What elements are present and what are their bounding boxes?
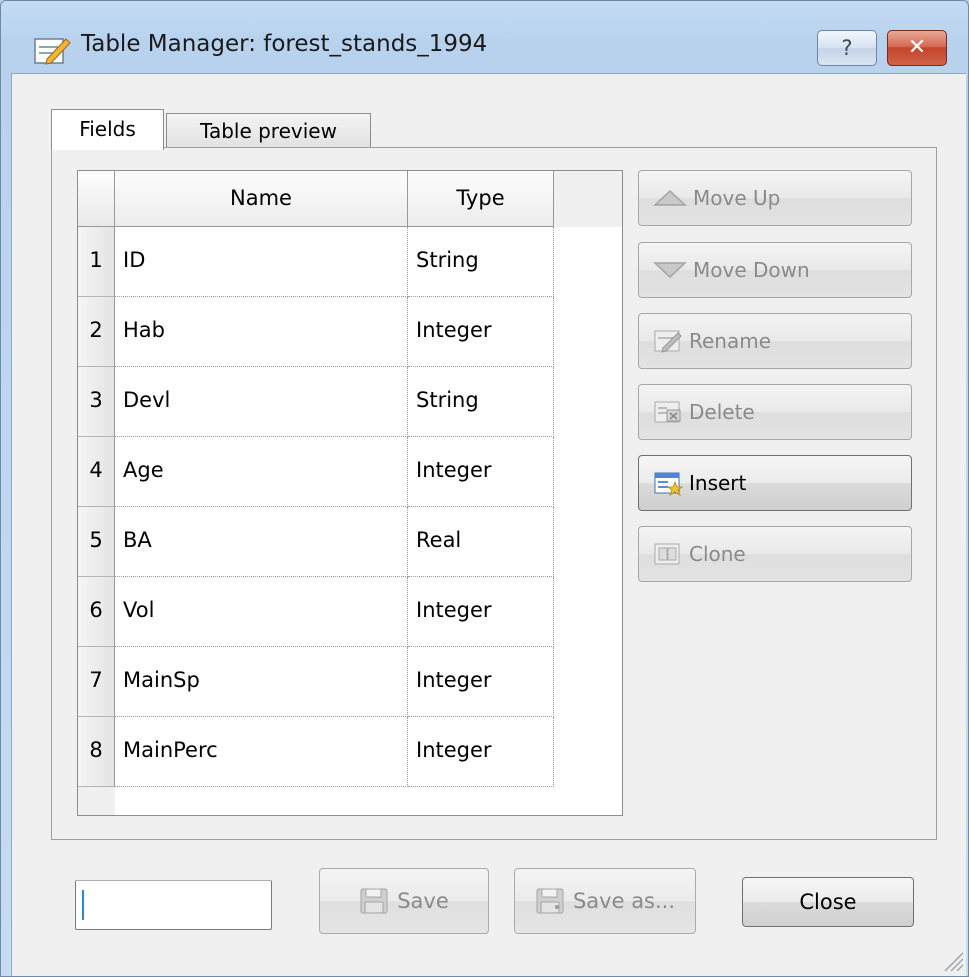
save-label: Save [397, 889, 449, 913]
move-up-label: Move Up [693, 186, 781, 210]
field-type-cell[interactable]: Integer [408, 437, 554, 507]
field-type-cell[interactable]: Integer [408, 647, 554, 717]
field-name-cell[interactable]: BA [115, 507, 408, 577]
move-down-button[interactable]: Move Down [638, 242, 912, 298]
title-bar[interactable]: Table Manager: forest_stands_1994 ? ✕ [1, 1, 968, 73]
floppy-disk-icon [360, 888, 388, 914]
table-edit-icon [34, 38, 71, 65]
insert-button[interactable]: Insert [638, 455, 912, 511]
table-row[interactable]: 1 ID String [78, 227, 554, 297]
tab-fields[interactable]: Fields [51, 109, 164, 150]
table-corner-button[interactable] [78, 171, 115, 227]
delete-button[interactable]: Delete [638, 384, 912, 440]
delete-field-icon [654, 401, 681, 423]
save-as-label: Save as... [572, 889, 676, 913]
row-header[interactable]: 2 [78, 297, 115, 367]
delete-label: Delete [689, 400, 755, 424]
fields-table[interactable]: Name Type 1 ID String 2 Hab Integer 3 De… [77, 170, 623, 816]
row-header[interactable]: 8 [78, 717, 115, 787]
table-row[interactable]: 8 MainPerc Integer [78, 717, 554, 787]
insert-field-icon [654, 472, 683, 496]
field-name-cell[interactable]: Hab [115, 297, 408, 367]
field-name-cell[interactable]: MainSp [115, 647, 408, 717]
row-header[interactable]: 5 [78, 507, 115, 577]
clone-field-icon [654, 543, 680, 565]
save-as-button[interactable]: Save as... [514, 868, 696, 934]
field-name-cell[interactable]: Devl [115, 367, 408, 437]
table-row[interactable]: 4 Age Integer [78, 437, 554, 507]
help-button[interactable]: ? [817, 30, 877, 66]
save-button[interactable]: Save [319, 868, 489, 934]
header-empty-area [554, 171, 622, 227]
window-title: Table Manager: forest_stands_1994 [81, 31, 488, 57]
insert-label: Insert [689, 471, 747, 495]
field-type-cell[interactable]: Integer [408, 297, 554, 367]
window-close-button[interactable]: ✕ [887, 30, 947, 66]
field-name-cell[interactable]: Vol [115, 577, 408, 647]
field-type-cell[interactable]: String [408, 227, 554, 297]
name-input[interactable] [75, 880, 272, 930]
field-name-cell[interactable]: MainPerc [115, 717, 408, 787]
table-row[interactable]: 2 Hab Integer [78, 297, 554, 367]
rename-button[interactable]: Rename [638, 313, 912, 369]
resize-grip-icon[interactable] [937, 945, 965, 973]
clone-button[interactable]: Clone [638, 526, 912, 582]
column-header-name[interactable]: Name [115, 171, 408, 227]
column-header-type[interactable]: Type [408, 171, 554, 227]
rename-label: Rename [689, 329, 772, 353]
row-header[interactable]: 3 [78, 367, 115, 437]
field-name-cell[interactable]: Age [115, 437, 408, 507]
move-up-button[interactable]: Move Up [638, 170, 912, 226]
row-header[interactable]: 1 [78, 227, 115, 297]
row-header-empty-area [78, 787, 115, 815]
save-as-icon [536, 888, 564, 914]
field-type-cell[interactable]: Integer [408, 577, 554, 647]
triangle-down-icon [653, 262, 687, 279]
field-type-cell[interactable]: Real [408, 507, 554, 577]
table-row[interactable]: 5 BA Real [78, 507, 554, 577]
field-type-cell[interactable]: Integer [408, 717, 554, 787]
close-button[interactable]: Close [742, 877, 914, 927]
row-header[interactable]: 4 [78, 437, 115, 507]
row-header[interactable]: 7 [78, 647, 115, 717]
text-caret [82, 890, 84, 920]
table-row[interactable]: 3 Devl String [78, 367, 554, 437]
field-name-cell[interactable]: ID [115, 227, 408, 297]
tab-table-preview[interactable]: Table preview [166, 113, 371, 148]
table-row[interactable]: 6 Vol Integer [78, 577, 554, 647]
table-row[interactable]: 7 MainSp Integer [78, 647, 554, 717]
rename-icon [654, 330, 682, 353]
field-type-cell[interactable]: String [408, 367, 554, 437]
triangle-up-icon [653, 189, 687, 206]
clone-label: Clone [689, 542, 746, 566]
row-header[interactable]: 6 [78, 577, 115, 647]
move-down-label: Move Down [693, 258, 810, 282]
